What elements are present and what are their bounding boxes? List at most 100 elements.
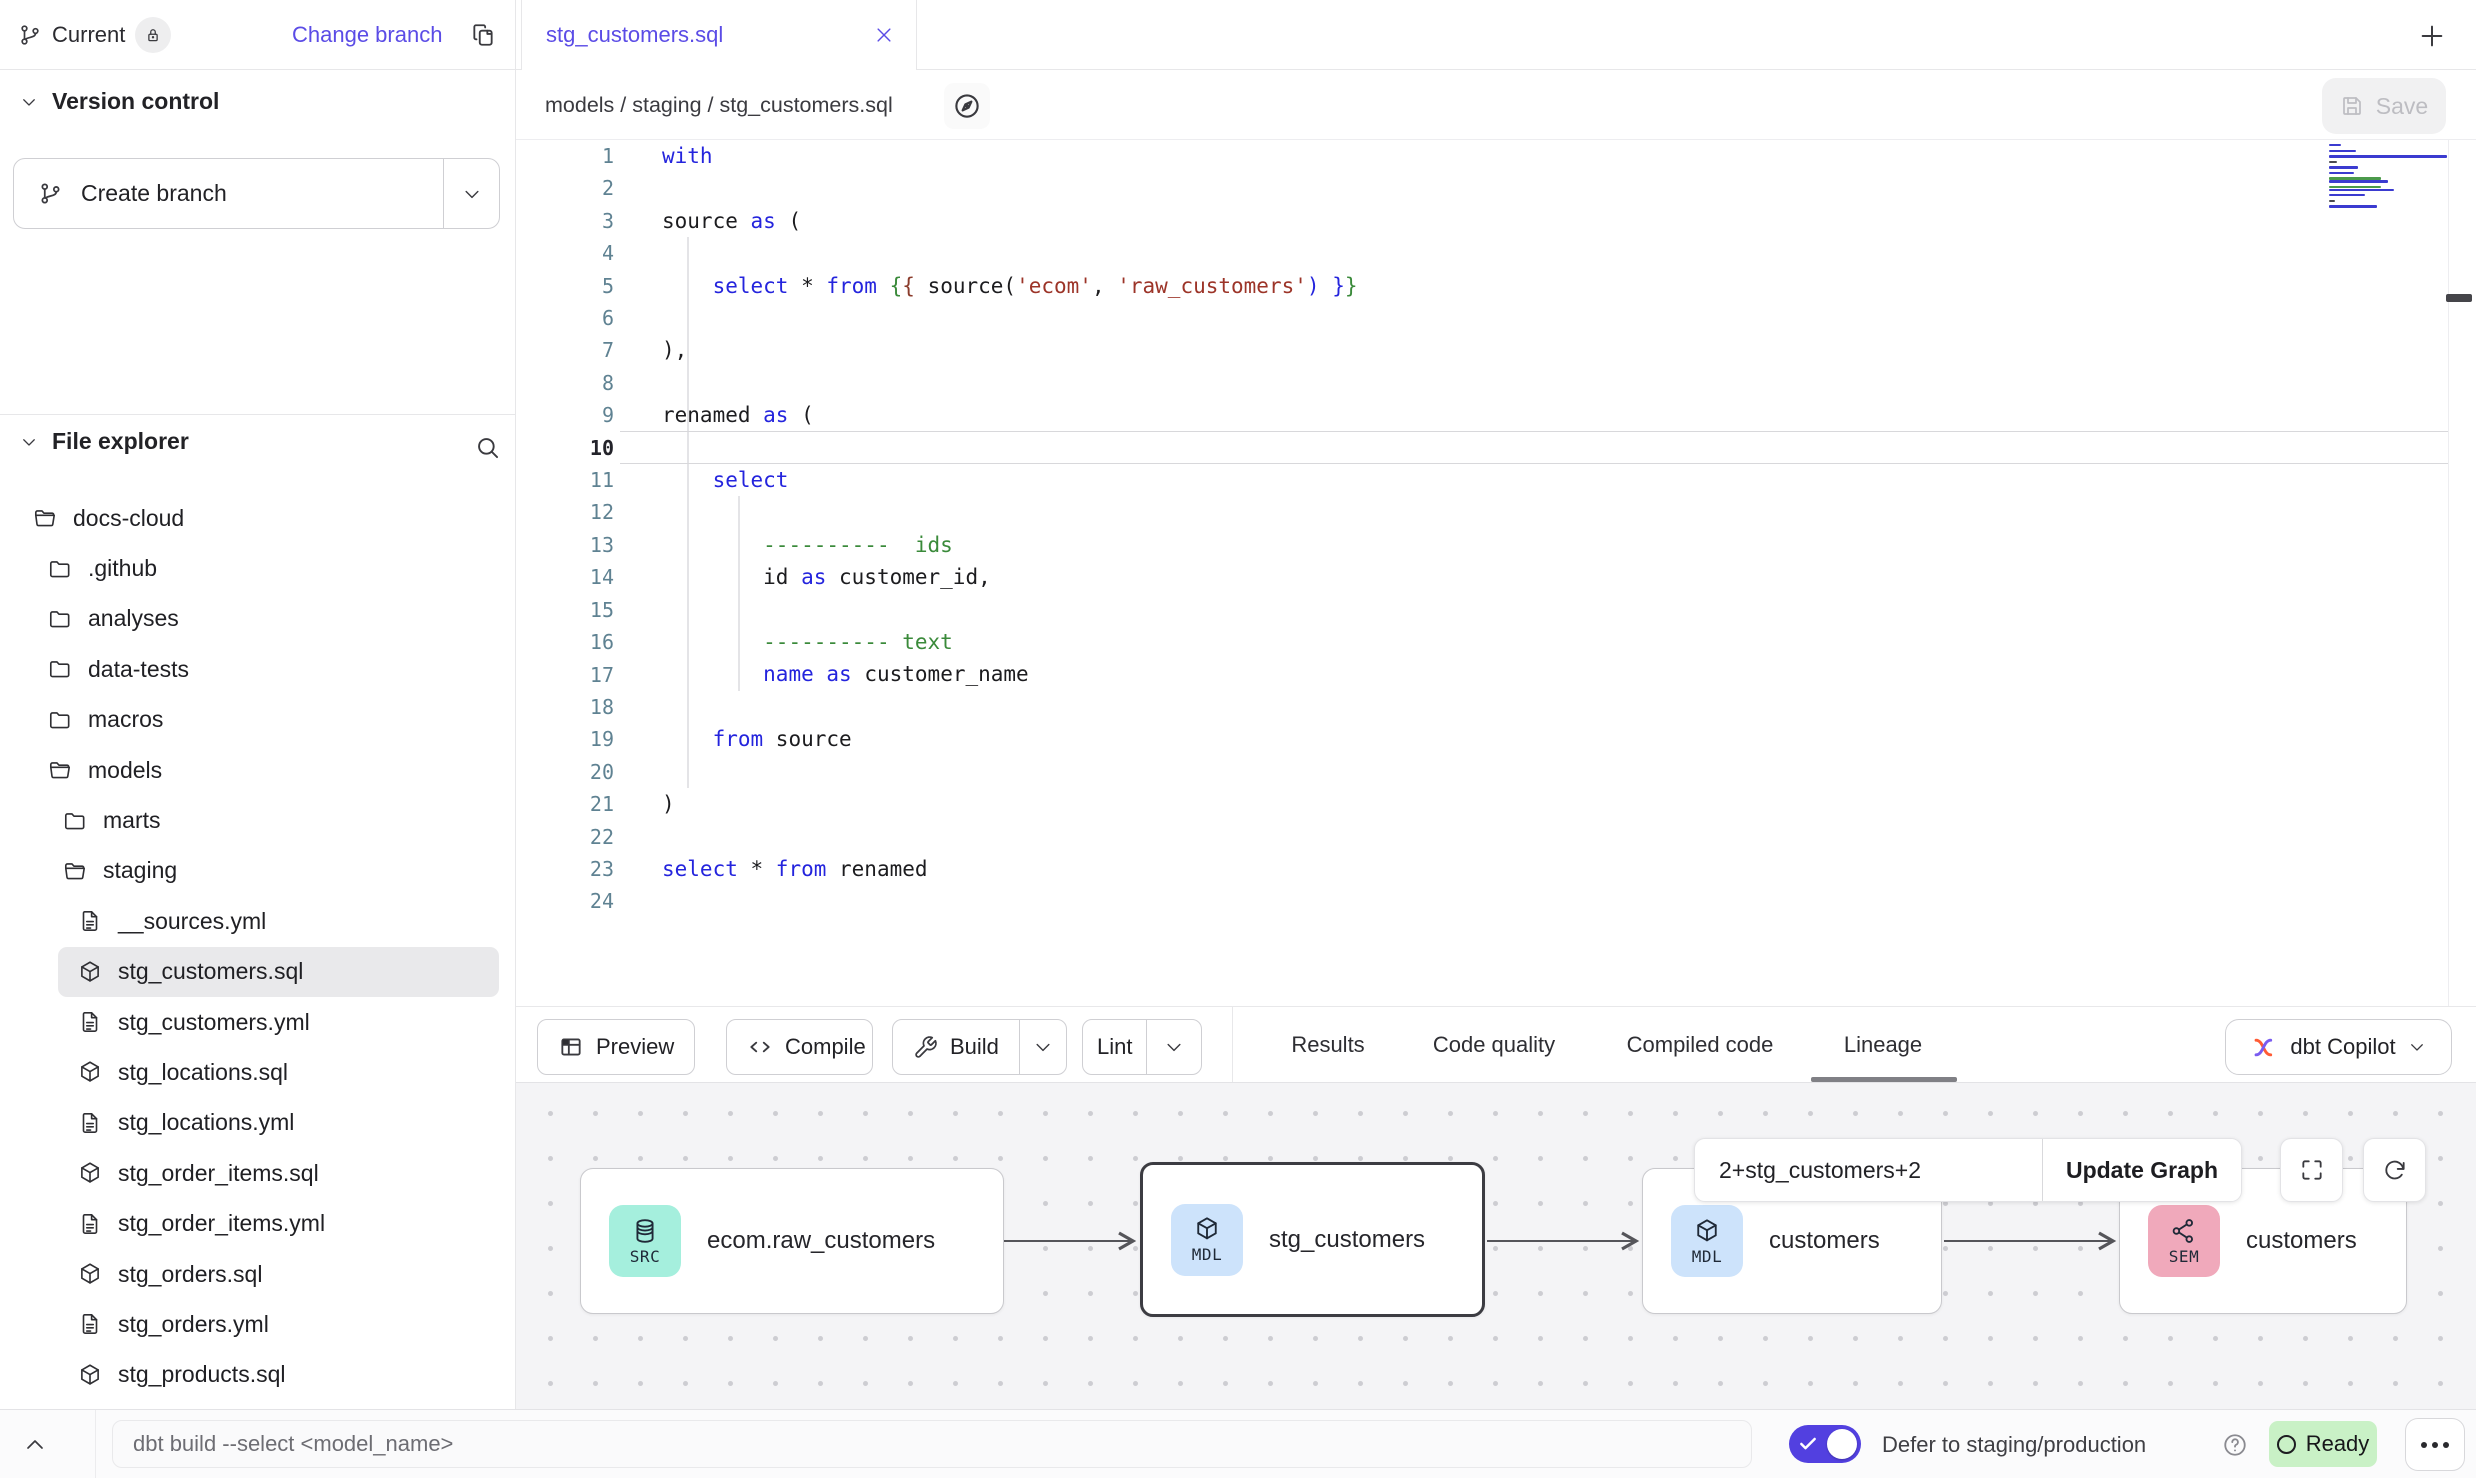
file-label: stg_locations.yml — [118, 1109, 294, 1136]
lineage-selector-input[interactable] — [1695, 1139, 2042, 1201]
compile-button[interactable]: Compile — [726, 1019, 873, 1075]
file-tree-item-stg_customers.yml[interactable]: stg_customers.yml — [0, 997, 515, 1047]
cube-icon — [1193, 1215, 1221, 1243]
command-input[interactable]: dbt build --select <model_name> — [112, 1420, 1752, 1468]
file-tree-item-stg_orders.yml[interactable]: stg_orders.yml — [0, 1299, 515, 1349]
git-branch-icon — [38, 181, 63, 206]
file-label: macros — [88, 706, 163, 733]
code-content[interactable]: withsource as ( select * from {{ source(… — [662, 140, 1358, 917]
create-branch-main[interactable]: Create branch — [14, 159, 443, 228]
file-label: stg_orders.yml — [118, 1311, 269, 1338]
tab-code-quality[interactable]: Code quality — [1433, 1007, 1555, 1082]
cube-icon — [1693, 1217, 1721, 1245]
file-tree-item-__sources.yml[interactable]: __sources.yml — [0, 896, 515, 946]
refresh-button[interactable] — [2363, 1138, 2426, 1202]
save-button[interactable]: Save — [2322, 78, 2446, 134]
folder-icon — [47, 656, 73, 682]
file-label: stg_customers.sql — [118, 958, 303, 985]
search-icon[interactable] — [470, 430, 504, 464]
tab-lineage[interactable]: Lineage — [1844, 1007, 1922, 1082]
view-docs-button[interactable] — [944, 83, 990, 129]
chevron-down-icon — [462, 184, 482, 204]
chevron-down-icon — [2408, 1038, 2426, 1056]
folder-open-icon — [62, 858, 88, 884]
new-tab-button[interactable] — [2412, 16, 2452, 56]
file-tree-item-stg_order_items.sql[interactable]: stg_order_items.sql — [0, 1148, 515, 1198]
doc-icon — [77, 1311, 103, 1337]
tab-stg-customers-sql[interactable]: stg_customers.sql — [521, 0, 917, 70]
code-editor[interactable]: 123456789101112131415161718192021222324 … — [516, 140, 2476, 1006]
minimap[interactable] — [2329, 144, 2451, 211]
file-tree-item-.github[interactable]: .github — [0, 543, 515, 593]
scrollbar-thumb[interactable] — [2446, 294, 2472, 302]
file-tree-item-marts[interactable]: marts — [0, 795, 515, 845]
code-icon — [747, 1034, 773, 1060]
tab-compiled-code[interactable]: Compiled code — [1627, 1007, 1774, 1082]
semantic-graph-icon — [2170, 1217, 2198, 1245]
lineage-canvas[interactable]: SRC ecom.raw_customers MDL stg_customers… — [516, 1083, 2476, 1409]
chevron-down-icon — [1033, 1037, 1053, 1057]
version-control-section[interactable]: Version control — [20, 88, 219, 115]
file-label: stg_customers.yml — [118, 1009, 310, 1036]
file-tree-item-models[interactable]: models — [0, 745, 515, 795]
fullscreen-button[interactable] — [2280, 1138, 2343, 1202]
doc-icon — [77, 1009, 103, 1035]
tab-results[interactable]: Results — [1291, 1007, 1364, 1082]
dbt-copilot-button[interactable]: dbt Copilot — [2225, 1019, 2452, 1075]
file-tree-item-stg_locations.yml[interactable]: stg_locations.yml — [0, 1098, 515, 1148]
status-dot-icon — [2277, 1435, 2296, 1454]
lineage-node-stg-customers[interactable]: MDL stg_customers — [1140, 1162, 1485, 1317]
folder-icon — [47, 556, 73, 582]
divider — [95, 1410, 96, 1478]
folder-open-icon — [47, 757, 73, 783]
preview-button[interactable]: Preview — [537, 1019, 695, 1075]
defer-toggle[interactable] — [1789, 1425, 1861, 1463]
status-bar: dbt build --select <model_name> Defer to… — [0, 1409, 2476, 1478]
file-label: __sources.yml — [118, 908, 266, 935]
fullscreen-icon — [2299, 1157, 2325, 1183]
file-tree-item-stg_orders.sql[interactable]: stg_orders.sql — [0, 1249, 515, 1299]
branch-name: Current — [52, 22, 125, 48]
file-tree-item-staging[interactable]: staging — [0, 846, 515, 896]
compass-icon — [952, 91, 982, 121]
lint-button[interactable]: Lint — [1083, 1020, 1146, 1074]
compile-label: Compile — [785, 1034, 866, 1060]
help-icon[interactable] — [2222, 1432, 2248, 1458]
lineage-node-source[interactable]: SRC ecom.raw_customers — [580, 1168, 1004, 1314]
main-panel: stg_customers.sql models / staging / stg… — [516, 0, 2476, 1409]
lint-split-button: Lint — [1082, 1019, 1202, 1075]
model-badge: MDL — [1671, 1205, 1743, 1277]
file-tree-item-stg_order_items.yml[interactable]: stg_order_items.yml — [0, 1198, 515, 1248]
scrollbar-track[interactable] — [2448, 140, 2449, 1006]
update-graph-button[interactable]: Update Graph — [2042, 1139, 2241, 1201]
file-label: staging — [103, 857, 177, 884]
file-tree-item-stg_customers.sql[interactable]: stg_customers.sql — [58, 947, 499, 997]
file-explorer-section[interactable]: File explorer — [20, 428, 189, 455]
create-branch-button[interactable]: Create branch — [13, 158, 500, 229]
file-tree-item-stg_locations.sql[interactable]: stg_locations.sql — [0, 1047, 515, 1097]
file-label: stg_orders.sql — [118, 1261, 262, 1288]
badge-label: SRC — [630, 1247, 660, 1266]
chevron-down-icon — [20, 433, 38, 451]
lock-icon — [144, 26, 162, 44]
change-branch-link[interactable]: Change branch — [292, 0, 442, 70]
create-branch-dropdown[interactable] — [443, 159, 499, 228]
file-tree-item-docs-cloud[interactable]: docs-cloud — [0, 493, 515, 543]
build-button[interactable]: Build — [893, 1020, 1019, 1074]
close-icon[interactable] — [874, 25, 894, 45]
version-control-title: Version control — [52, 88, 219, 115]
build-dropdown[interactable] — [1019, 1020, 1066, 1074]
expand-panel-button[interactable] — [14, 1424, 56, 1466]
doc-icon — [77, 908, 103, 934]
file-tree-item-analyses[interactable]: analyses — [0, 594, 515, 644]
create-branch-label: Create branch — [81, 180, 227, 207]
file-tree-item-macros[interactable]: macros — [0, 695, 515, 745]
lint-dropdown[interactable] — [1146, 1020, 1201, 1074]
file-tree-item-stg_products.sql[interactable]: stg_products.sql — [0, 1350, 515, 1400]
folder-icon — [47, 606, 73, 632]
copy-branch-icon[interactable] — [468, 20, 498, 50]
file-tree-item-data-tests[interactable]: data-tests — [0, 644, 515, 694]
doc-icon — [77, 1211, 103, 1237]
more-options-button[interactable] — [2405, 1418, 2465, 1471]
ide-status-badge[interactable]: Ready — [2269, 1421, 2377, 1467]
